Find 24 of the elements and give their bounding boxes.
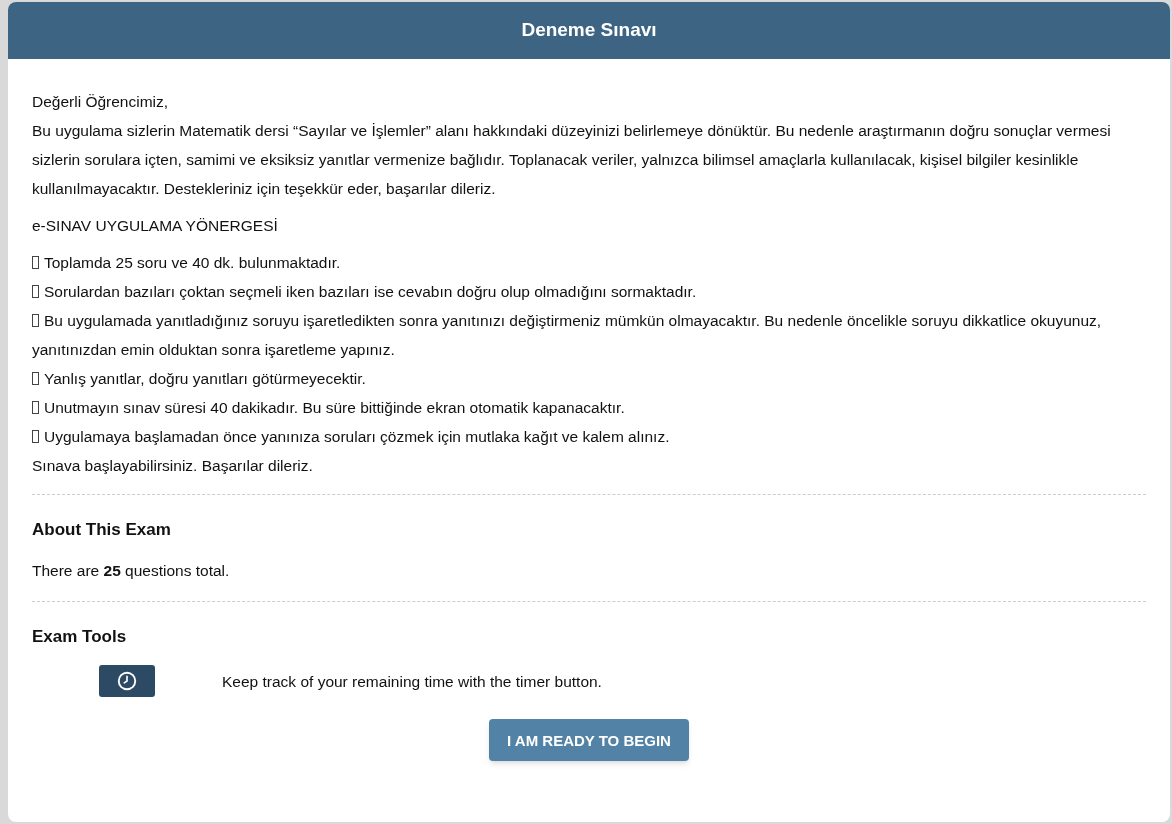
bullet-icon bbox=[32, 401, 39, 414]
bullet-icon bbox=[32, 285, 39, 298]
intro-paragraph: Bu uygulama sizlerin Matematik dersi “Sayılar ve İşlemler” alanı hakkındaki düzeyinizi belirlemeye dönüktür. Bu nedenle araştırmanın doğru sonuçlar vermesi sizlerin sorulara içten, samimi ve eksiksiz yanıtlar vermenize bağlıdır. Toplanacak veriler, yalnızca bilimsel amaçlarla kullanılacak, kişisel bilgiler kesinlikle kullanılmayacaktır. Destekleriniz için teşekkür eder, başarılar dileriz. bbox=[32, 121, 1112, 199]
start-button[interactable]: I AM READY TO BEGIN bbox=[489, 719, 689, 761]
closing-text: Sınava başlayabilirsiniz. Başarılar dileriz. bbox=[32, 456, 314, 476]
instruction-item: Unutmayın sınav süresi 40 dakikadır. Bu süre bittiğinde ekran otomatik kapanacaktır. bbox=[32, 393, 1146, 422]
timer-button[interactable] bbox=[99, 665, 155, 697]
section-heading: About This Exam bbox=[32, 519, 172, 541]
instruction-item: Yanlış yanıtlar, doğru yanıtları götürmeyecektir. bbox=[32, 364, 1146, 393]
section-heading: Exam Tools bbox=[32, 626, 128, 648]
instruction-item: Sorulardan bazıları çoktan seçmeli iken bazıları ise cevabın doğru olup olmadığını sormaktadır. bbox=[32, 277, 1146, 306]
question-count-text: There are 25 questions total. bbox=[32, 561, 231, 581]
instruction-item: Toplamda 25 soru ve 40 dk. bulunmaktadır. bbox=[32, 248, 1146, 277]
exam-title: Deneme Sınavı bbox=[521, 18, 657, 43]
instructions-heading: e-SINAV UYGULAMA YÖNERGESİ bbox=[32, 216, 279, 236]
bullet-icon bbox=[32, 256, 39, 269]
instruction-item: Uygulamaya başlamadan önce yanınıza soruları çözmek için mutlaka kağıt ve kalem alınız. bbox=[32, 422, 1146, 451]
bullet-icon bbox=[32, 372, 39, 385]
instruction-item: Bu uygulamada yanıtladığınız soruyu işaretledikten sonra yanıtınızı değiştirmeniz mümkün olmayacaktır. Bu nedenle öncelikle soruyu dikkatlice okuyunuz, yanıtınızdan emin olduktan sonra işaretleme yapınız. bbox=[32, 311, 1103, 360]
tool-description: Keep track of your remaining time with the timer button. bbox=[222, 671, 602, 692]
greeting-text: Değerli Öğrencimiz, bbox=[32, 92, 170, 112]
bullet-icon bbox=[32, 314, 39, 327]
clock-icon bbox=[116, 670, 138, 692]
bullet-icon bbox=[32, 430, 39, 443]
